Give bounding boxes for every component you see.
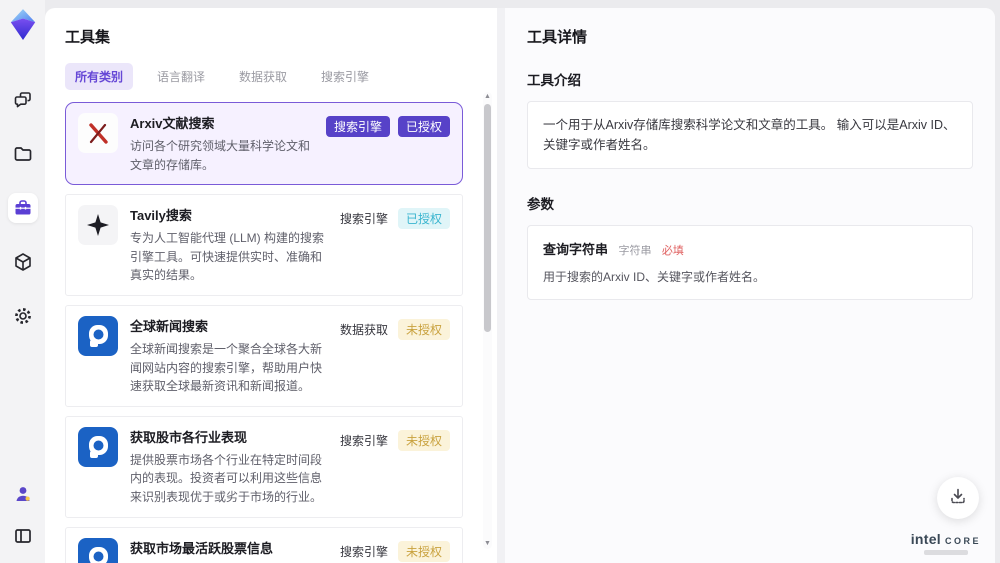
tool-card[interactable]: Tavily搜索专为人工智能代理 (LLM) 构建的搜索引擎工具。可快速提供实时… (65, 194, 463, 296)
arxiv-icon (78, 113, 118, 153)
tool-card-body: 全球新闻搜索全球新闻搜索是一个聚合全球各大新闻网站内容的搜索引擎，帮助用户快速获… (130, 316, 326, 396)
sidebar-item-profile[interactable] (8, 479, 38, 509)
intro-text: 一个用于从Arxiv存储库搜索科学论文和文章的工具。 输入可以是Arxiv ID… (543, 118, 956, 152)
sparkle-icon (78, 205, 118, 246)
category-tabs: 所有类别 语言翻译 数据获取 搜索引擎 (65, 63, 479, 90)
scroll-up-arrow[interactable]: ▲ (484, 92, 491, 102)
sidebar-item-tools[interactable] (7, 193, 38, 223)
tab-all[interactable]: 所有类别 (65, 63, 134, 90)
cube-icon (12, 251, 34, 273)
tool-card[interactable]: 全球新闻搜索全球新闻搜索是一个聚合全球各大新闻网站内容的搜索引擎，帮助用户快速获… (65, 304, 463, 407)
category-badge: 搜索引擎 (339, 433, 388, 448)
brand-core-text: CORE (944, 536, 981, 546)
tab-translate[interactable]: 语言翻译 (147, 63, 215, 90)
globe-news-icon (78, 426, 118, 467)
scrollbar[interactable]: ▲ ▼ (483, 92, 492, 549)
tool-list: Arxiv文献搜索 访问各个研究领域大量科学论文和文章的存储库。 搜索引擎 已授权 Ta… (65, 102, 479, 563)
rail-bottom (8, 479, 38, 551)
download-button[interactable] (937, 477, 979, 519)
brand-subtext-blur (923, 550, 968, 555)
tool-badges: 搜索引擎 未授权 (338, 538, 450, 562)
globe-news-icon (78, 315, 118, 356)
param-desc: 用于搜索的Arxiv ID、关键字或作者姓名。 (543, 270, 766, 284)
tool-card-body: 获取市场最活跃股票信息提供当天交易量最高的股票列表，投资者可以利用这些信息来识别… (130, 538, 326, 563)
params-heading: 参数 (527, 197, 554, 212)
tool-badges: 搜索引擎 未授权 (338, 427, 450, 451)
user-icon (13, 484, 33, 504)
auth-status-badge: 未授权 (397, 318, 450, 340)
param-type: 字符串 (618, 245, 652, 257)
category-badge: 数据获取 (339, 322, 388, 337)
tool-name: Arxiv文献搜索 (130, 116, 215, 131)
sidebar-item-settings[interactable] (8, 301, 38, 331)
tool-name: Tavily搜索 (130, 208, 192, 224)
folder-icon (12, 143, 34, 165)
sidebar-item-files[interactable] (8, 139, 38, 169)
globe-news-icon (78, 537, 118, 563)
auth-status-badge: 已授权 (397, 208, 450, 230)
category-badge: 搜索引擎 (339, 212, 388, 227)
category-badge: 搜索引擎 (339, 544, 388, 559)
tool-badges: 数据获取 未授权 (338, 316, 450, 340)
panel-icon (13, 526, 33, 546)
tool-name: 获取股市各行业表现 (130, 429, 248, 445)
auth-status-badge: 未授权 (397, 540, 450, 562)
tool-name: 全球新闻搜索 (130, 318, 209, 334)
param-header: 查询字符串 字符串 必填 (543, 239, 957, 259)
tool-badges: 搜索引擎 已授权 (325, 113, 450, 137)
auth-status-badge: 已授权 (397, 116, 450, 137)
tool-description: 全球新闻搜索是一个聚合全球各大新闻网站内容的搜索引擎，帮助用户快速获取全球最新资… (130, 341, 323, 394)
page-title: 工具集 (65, 29, 111, 46)
tool-card[interactable]: Arxiv文献搜索访问各个研究领域大量科学论文和文章的存储库。 搜索引擎 已授权 (65, 102, 463, 186)
main-panel: 工具集 所有类别 语言翻译 数据获取 搜索引擎 Arxiv文献搜索 访问各个研究领域大量… (45, 8, 995, 563)
intel-core-logo: intel CORE (911, 531, 981, 555)
left-rail (0, 0, 45, 563)
param-name: 查询字符串 (543, 242, 609, 257)
intro-box: 一个用于从Arxiv存储库搜索科学论文和文章的工具。 输入可以是Arxiv ID… (527, 101, 973, 169)
scroll-down-arrow[interactable]: ▼ (484, 539, 491, 549)
panel-divider (497, 8, 505, 563)
tool-description: 访问各个研究领域大量科学论文和文章的存储库。 (130, 139, 311, 172)
tool-description: 提供股票市场各个行业在特定时间段内的表现。投资者可以利用这些信息来识别表现优于或… (130, 452, 323, 504)
details-title: 工具详情 (527, 29, 588, 46)
toolset-panel: 工具集 所有类别 语言翻译 数据获取 搜索引擎 Arxiv文献搜索 访问各个研究领域大量… (45, 8, 497, 563)
tool-description: 专为人工智能代理 (LLM) 构建的搜索引擎工具。可快速提供实时、准确和真实的结… (130, 231, 325, 283)
rail-nav (7, 85, 38, 331)
category-badge: 搜索引擎 (325, 116, 390, 137)
download-icon (948, 486, 968, 511)
tool-details-panel: 工具详情 工具介绍 一个用于从Arxiv存储库搜索科学论文和文章的工具。 输入可… (505, 8, 995, 563)
param-required-badge: 必填 (661, 245, 684, 257)
scroll-thumb[interactable] (484, 104, 491, 332)
intro-heading: 工具介绍 (527, 73, 581, 88)
diamond-logo[interactable] (8, 8, 38, 47)
brand-intel-text: intel (910, 531, 941, 547)
chat-icon (12, 89, 34, 111)
auth-status-badge: 未授权 (397, 429, 450, 451)
toolbox-icon (13, 198, 33, 218)
tool-card-body: Arxiv文献搜索访问各个研究领域大量科学论文和文章的存储库。 (130, 113, 314, 174)
tab-data[interactable]: 数据获取 (229, 63, 297, 90)
sidebar-item-chat[interactable] (8, 85, 38, 115)
sidebar-item-models[interactable] (8, 247, 38, 277)
tool-card-body: 获取股市各行业表现提供股票市场各个行业在特定时间段内的表现。投资者可以利用这些信… (130, 427, 326, 507)
tool-card[interactable]: 获取股市各行业表现提供股票市场各个行业在特定时间段内的表现。投资者可以利用这些信… (65, 415, 463, 518)
param-box: 查询字符串 字符串 必填 用于搜索的Arxiv ID、关键字或作者姓名。 (527, 225, 973, 300)
tool-name: 获取市场最活跃股票信息 (130, 540, 274, 556)
tool-card[interactable]: 获取市场最活跃股票信息提供当天交易量最高的股票列表，投资者可以利用这些信息来识别… (65, 526, 463, 563)
sidebar-item-collapse[interactable] (8, 521, 38, 551)
tab-search[interactable]: 搜索引擎 (311, 63, 379, 90)
tool-card-body: Tavily搜索专为人工智能代理 (LLM) 构建的搜索引擎工具。可快速提供实时… (130, 205, 326, 285)
gear-icon (12, 305, 34, 327)
tool-badges: 搜索引擎 已授权 (338, 205, 450, 230)
